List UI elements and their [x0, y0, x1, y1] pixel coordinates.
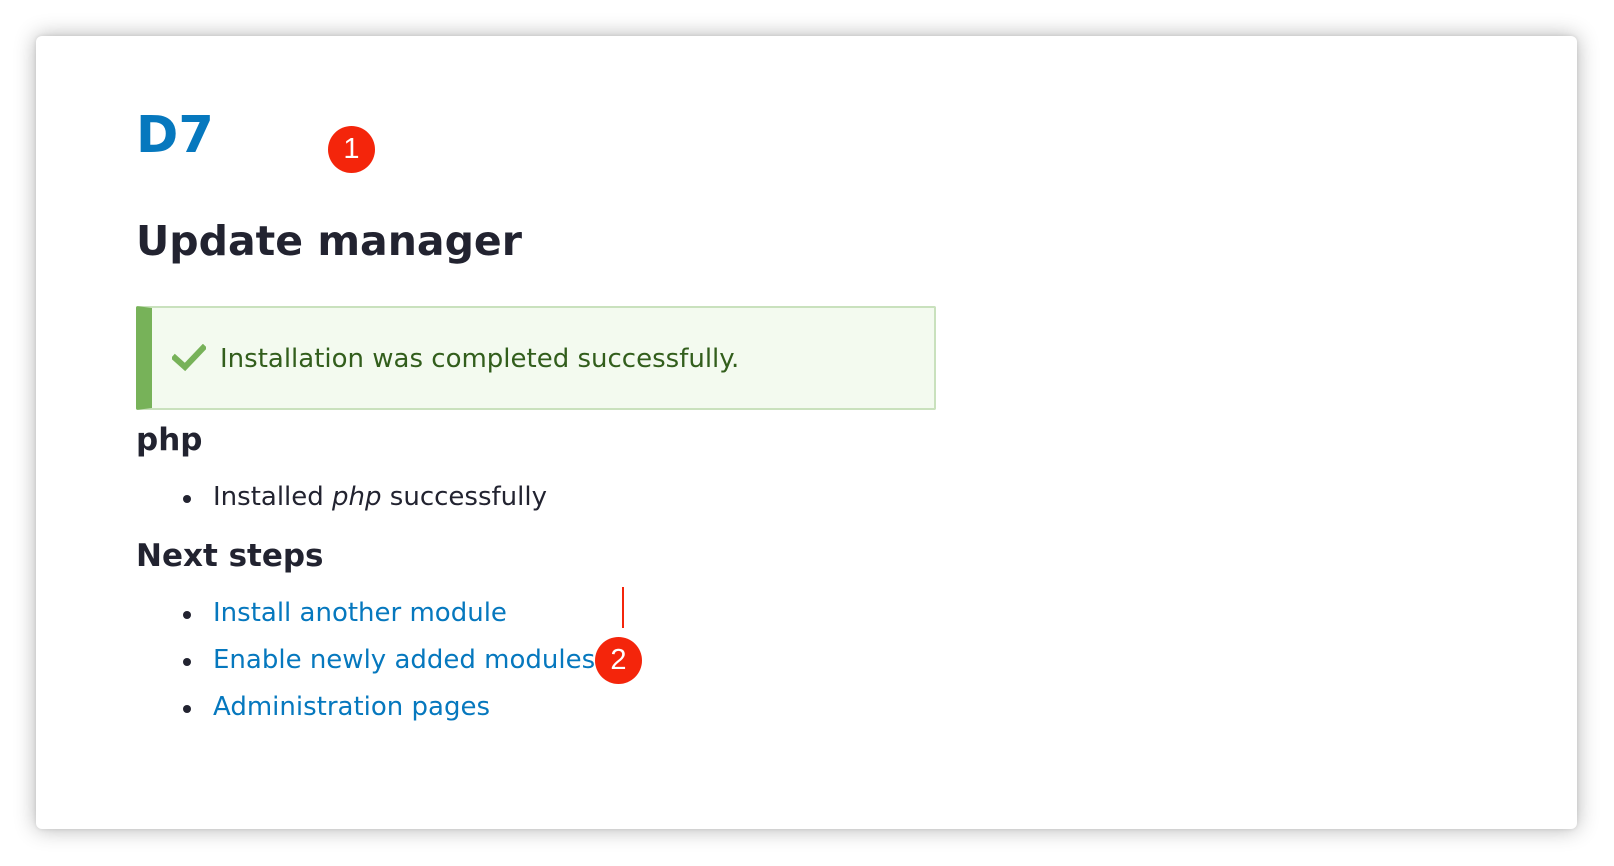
project-results-list: Installed php successfully	[136, 474, 547, 521]
install-another-module-link[interactable]: Install another module	[213, 598, 507, 628]
enable-modules-link[interactable]: Enable newly added modules	[213, 645, 595, 675]
annotation-badge: 2	[595, 637, 642, 684]
text-cursor	[622, 587, 624, 628]
status-message-text: Installation was completed successfully.	[220, 344, 740, 374]
result-prefix: Installed	[213, 482, 333, 512]
next-steps-heading: Next steps	[136, 538, 324, 574]
result-suffix: successfully	[381, 482, 547, 512]
list-item: Administration pages	[136, 684, 595, 731]
result-project-name: php	[332, 482, 382, 512]
site-name-link[interactable]: D7	[136, 104, 214, 168]
list-item: Enable newly added modules	[136, 637, 595, 684]
page-title: Update manager	[136, 217, 522, 265]
next-steps-list: Install another module Enable newly adde…	[136, 590, 595, 731]
project-heading: php	[136, 422, 203, 458]
status-message: Installation was completed successfully.	[136, 306, 936, 410]
checkmark-icon	[172, 344, 206, 372]
administration-pages-link[interactable]: Administration pages	[213, 692, 490, 722]
annotation-badge: 1	[328, 126, 375, 173]
list-item: Installed php successfully	[136, 474, 547, 521]
page-container: D7 Update manager Installation was compl…	[36, 36, 1577, 829]
list-item: Install another module	[136, 590, 595, 637]
